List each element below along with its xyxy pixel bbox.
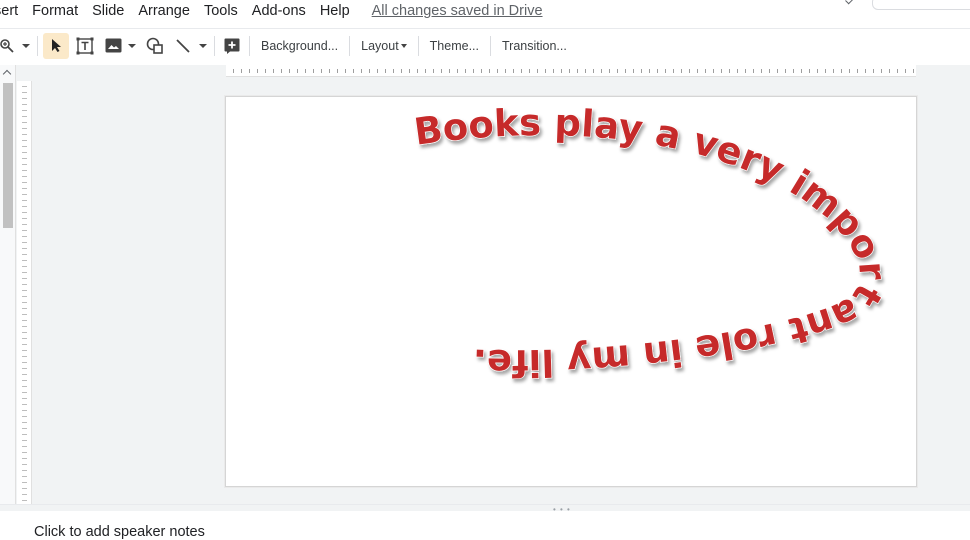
zoom-icon[interactable] (0, 33, 18, 59)
vertical-ruler (17, 81, 32, 504)
menu-help[interactable]: Help (320, 3, 350, 19)
slide-canvas[interactable]: Books play a very important role in my l… (225, 96, 917, 487)
toolbar: Background... Layout Theme... Transition… (0, 28, 970, 62)
chevron-down-icon (400, 43, 407, 48)
toolbar-separator (490, 35, 491, 56)
image-icon[interactable] (101, 33, 125, 59)
vertical-scrollbar[interactable] (0, 65, 16, 504)
wordart-textpath: Books play a very important role in my l… (411, 100, 895, 385)
menu-tools[interactable]: Tools (204, 3, 238, 19)
transition-button[interactable]: Transition... (496, 33, 573, 59)
chevron-up-icon[interactable] (2, 69, 12, 79)
shape-icon[interactable] (143, 33, 167, 59)
line-icon[interactable] (171, 33, 195, 59)
menu-format[interactable]: Format (32, 3, 78, 19)
share-button-edge[interactable] (872, 0, 970, 10)
menu-slide[interactable]: Slide (92, 3, 124, 19)
wordart-text[interactable]: Books play a very important role in my l… (411, 100, 895, 385)
horizontal-ruler (226, 65, 916, 77)
speaker-notes-placeholder: Click to add speaker notes (34, 524, 205, 540)
zoom-dropdown-icon[interactable] (18, 33, 32, 59)
image-dropdown-icon[interactable] (125, 33, 137, 59)
add-comment-icon[interactable] (220, 33, 244, 59)
toolbar-separator (37, 35, 38, 56)
layout-button[interactable]: Layout (355, 33, 413, 59)
menu-insert[interactable]: sert (0, 3, 18, 19)
menu-bar: sert Format Slide Arrange Tools Add-ons … (0, 0, 970, 22)
theme-button[interactable]: Theme... (424, 33, 485, 59)
cursor-arrow-icon[interactable] (43, 32, 69, 59)
wordart-svg: Books play a very important role in my l… (411, 100, 895, 385)
toolbar-separator (214, 35, 215, 56)
save-status-link[interactable]: All changes saved in Drive (372, 3, 543, 19)
layout-button-label: Layout (361, 38, 399, 53)
line-dropdown-icon[interactable] (195, 33, 209, 59)
menu-arrange[interactable]: Arrange (138, 3, 190, 19)
menu-addons[interactable]: Add-ons (252, 3, 306, 19)
background-button[interactable]: Background... (255, 33, 344, 59)
toolbar-separator (349, 35, 351, 56)
slide-workspace: Books play a very important role in my l… (0, 65, 970, 504)
toolbar-separator (417, 35, 419, 56)
notes-divider[interactable]: • • • (0, 504, 970, 514)
textbox-icon[interactable] (73, 33, 97, 59)
toolbar-separator (249, 35, 250, 56)
scrollbar-thumb[interactable] (3, 83, 13, 228)
speaker-notes-area[interactable]: Click to add speaker notes (0, 512, 970, 540)
